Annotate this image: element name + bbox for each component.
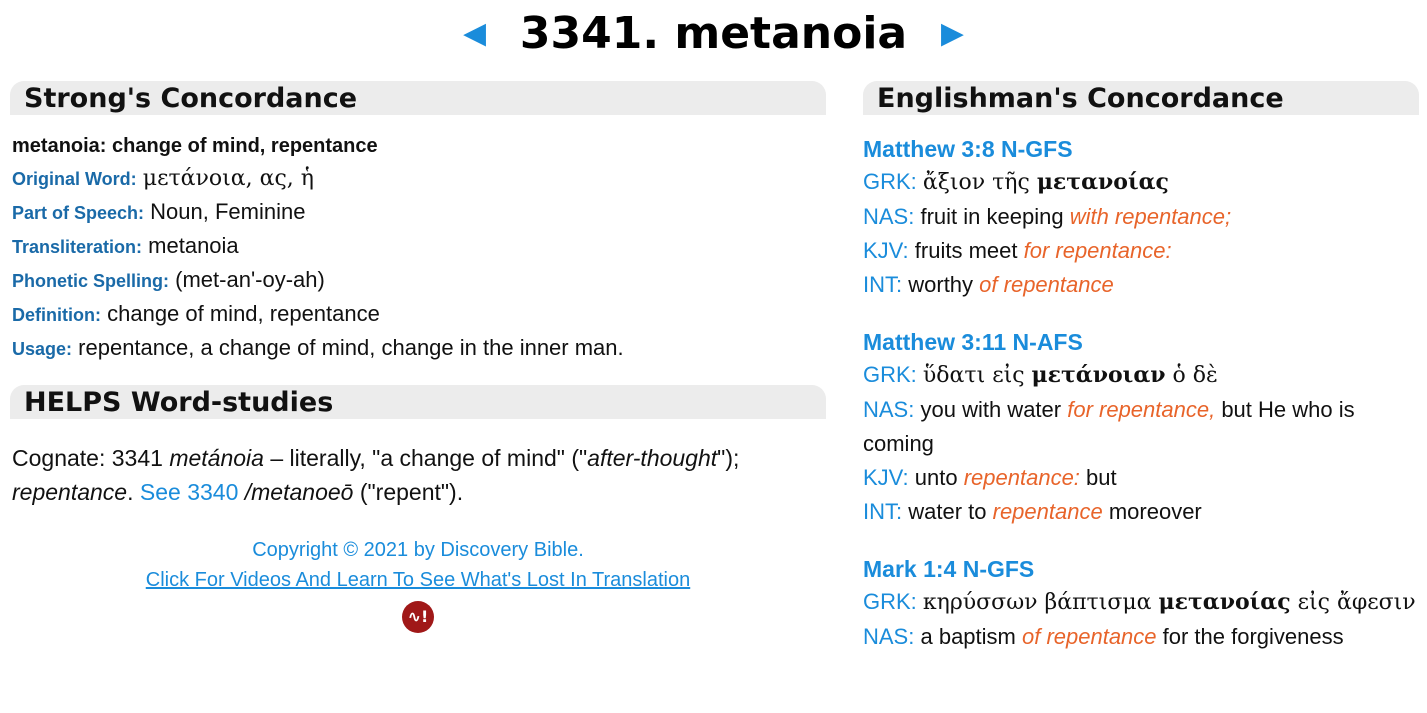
concordance-entry: Matthew 3:11 N-AFS GRK: ὕδατι εἰς μετάνο… bbox=[863, 326, 1419, 529]
phonetic-label: Phonetic Spelling: bbox=[12, 271, 170, 291]
helps-heading: HELPS Word-studies bbox=[10, 385, 826, 419]
repentance-text: repentance bbox=[12, 479, 128, 505]
verse-reference-link[interactable]: Matthew 3:8 N-GFS bbox=[863, 133, 1419, 165]
definition-row: Definition: change of mind, repentance bbox=[12, 297, 824, 331]
nas-highlight: for repentance, bbox=[1067, 397, 1216, 422]
next-arrow-icon[interactable]: ► bbox=[934, 4, 972, 64]
definition-label: Definition: bbox=[12, 305, 101, 325]
concordance-entry: Mark 1:4 N-GFS GRK: κηρύσσων βάπτισμα με… bbox=[863, 553, 1419, 654]
part-of-speech-label: Part of Speech: bbox=[12, 203, 145, 223]
kjv-text: fruits meet bbox=[914, 238, 1024, 263]
grk-post: ὁ δὲ bbox=[1165, 363, 1218, 388]
int-line: INT: worthy of repentance bbox=[863, 268, 1419, 302]
strongs-heading: Strong's Concordance bbox=[10, 81, 826, 115]
kjv-text: unto bbox=[914, 465, 964, 490]
kjv-highlight: for repentance: bbox=[1023, 238, 1172, 263]
helps-text-1: – literally, "a change of mind" (" bbox=[263, 445, 588, 471]
metanoeo-text: /metanoeō bbox=[244, 479, 354, 505]
videos-link[interactable]: Click For Videos And Learn To See What's… bbox=[10, 565, 826, 595]
original-word-row: Original Word: μετάνοια, ας, ἡ bbox=[12, 161, 824, 195]
usage-row: Usage: repentance, a change of mind, cha… bbox=[12, 331, 824, 365]
kjv-highlight: repentance: bbox=[963, 465, 1080, 490]
int-highlight: of repentance bbox=[979, 272, 1114, 297]
nas-label: NAS: bbox=[863, 204, 915, 229]
copyright-block: Copyright © 2021 by Discovery Bible. Cli… bbox=[10, 535, 826, 633]
page-header: ◄ 3341. metanoia ► bbox=[0, 4, 1427, 64]
transliteration-value: metanoia bbox=[148, 233, 239, 258]
kjv-post: but bbox=[1079, 465, 1117, 490]
int-label: INT: bbox=[863, 272, 903, 297]
nas-post: for the forgiveness bbox=[1156, 624, 1344, 649]
discovery-bible-logo-icon[interactable]: ∿! bbox=[402, 601, 434, 633]
right-column: Englishman's Concordance Matthew 3:8 N-G… bbox=[863, 81, 1419, 678]
int-highlight: repentance bbox=[992, 499, 1103, 524]
int-line: INT: water to repentance moreover bbox=[863, 495, 1419, 529]
see-3340-link[interactable]: See 3340 bbox=[140, 479, 238, 505]
transliteration-label: Transliteration: bbox=[12, 237, 143, 257]
strongs-body: metanoia: change of mind, repentance Ori… bbox=[10, 115, 826, 365]
englishmans-body: Matthew 3:8 N-GFS GRK: ἄξιον τῆς μετανοί… bbox=[863, 115, 1419, 654]
usage-value: repentance, a change of mind, change in … bbox=[78, 335, 624, 360]
original-word-value: μετάνοια, ας, ἡ bbox=[142, 166, 314, 191]
definition-value: change of mind, repentance bbox=[107, 301, 380, 326]
englishmans-heading: Englishman's Concordance bbox=[863, 81, 1419, 115]
int-text: water to bbox=[908, 499, 993, 524]
kjv-line: KJV: unto repentance: but bbox=[863, 461, 1419, 495]
grk-label: GRK: bbox=[863, 169, 917, 194]
nas-line: NAS: a baptism of repentance for the for… bbox=[863, 620, 1419, 654]
grk-text: ἄξιον τῆς bbox=[922, 170, 1037, 195]
kjv-line: KJV: fruits meet for repentance: bbox=[863, 234, 1419, 268]
nas-label: NAS: bbox=[863, 397, 915, 422]
phonetic-row: Phonetic Spelling: (met-an'-oy-ah) bbox=[12, 263, 824, 297]
grk-text: ὕδατι εἰς bbox=[922, 363, 1032, 388]
part-of-speech-value: Noun, Feminine bbox=[150, 199, 306, 224]
grk-text: κηρύσσων βάπτισμα bbox=[922, 590, 1159, 615]
int-text: worthy bbox=[908, 272, 980, 297]
nas-highlight: with repentance; bbox=[1069, 204, 1232, 229]
helps-text-5: ("repent"). bbox=[353, 479, 464, 505]
nas-text: a baptism bbox=[920, 624, 1022, 649]
verse-reference-link[interactable]: Mark 1:4 N-GFS bbox=[863, 553, 1419, 585]
kjv-label: KJV: bbox=[863, 238, 909, 263]
helps-body: Cognate: 3341 metánoia – literally, "a c… bbox=[10, 419, 826, 509]
grk-bold: μετανοίας bbox=[1036, 169, 1169, 195]
usage-label: Usage: bbox=[12, 339, 73, 359]
original-word-label: Original Word: bbox=[12, 169, 137, 189]
previous-arrow-icon[interactable]: ◄ bbox=[456, 4, 494, 64]
concordance-entry: Matthew 3:8 N-GFS GRK: ἄξιον τῆς μετανοί… bbox=[863, 133, 1419, 302]
grk-label: GRK: bbox=[863, 589, 917, 614]
nas-line: NAS: fruit in keeping with repentance; bbox=[863, 200, 1419, 234]
helps-text-2: "); bbox=[717, 445, 740, 471]
int-label: INT: bbox=[863, 499, 903, 524]
grk-post: εἰς ἄφεσιν bbox=[1290, 590, 1416, 615]
transliteration-row: Transliteration: metanoia bbox=[12, 229, 824, 263]
nas-line: NAS: you with water for repentance, but … bbox=[863, 393, 1419, 461]
strongs-summary: metanoia: change of mind, repentance bbox=[12, 135, 378, 157]
page-title: 3341. metanoia bbox=[519, 8, 908, 59]
phonetic-value: (met-an'-oy-ah) bbox=[175, 267, 325, 292]
nas-text: fruit in keeping bbox=[920, 204, 1070, 229]
grk-line: GRK: ὕδατι εἰς μετάνοιαν ὁ δὲ bbox=[863, 358, 1419, 393]
part-of-speech-row: Part of Speech: Noun, Feminine bbox=[12, 195, 824, 229]
nas-highlight: of repentance bbox=[1021, 624, 1157, 649]
kjv-label: KJV: bbox=[863, 465, 909, 490]
verse-reference-link[interactable]: Matthew 3:11 N-AFS bbox=[863, 326, 1419, 358]
int-post: moreover bbox=[1102, 499, 1202, 524]
after-thought-text: after-thought bbox=[587, 445, 718, 471]
grk-bold: μετάνοιαν bbox=[1031, 362, 1166, 388]
left-column: Strong's Concordance metanoia: change of… bbox=[10, 81, 826, 633]
nas-label: NAS: bbox=[863, 624, 915, 649]
cognate-label: Cognate: bbox=[12, 445, 106, 471]
cognate-number: 3341 bbox=[111, 445, 163, 471]
helps-text-3: . bbox=[127, 479, 140, 505]
grk-bold: μετανοίας bbox=[1158, 589, 1291, 615]
cognate-word: metánoia bbox=[169, 445, 264, 471]
grk-line: GRK: κηρύσσων βάπτισμα μετανοίας εἰς ἄφε… bbox=[863, 585, 1419, 620]
grk-label: GRK: bbox=[863, 362, 917, 387]
copyright-text: Copyright © 2021 by Discovery Bible. bbox=[252, 539, 584, 561]
grk-line: GRK: ἄξιον τῆς μετανοίας bbox=[863, 165, 1419, 200]
nas-text: you with water bbox=[920, 397, 1068, 422]
